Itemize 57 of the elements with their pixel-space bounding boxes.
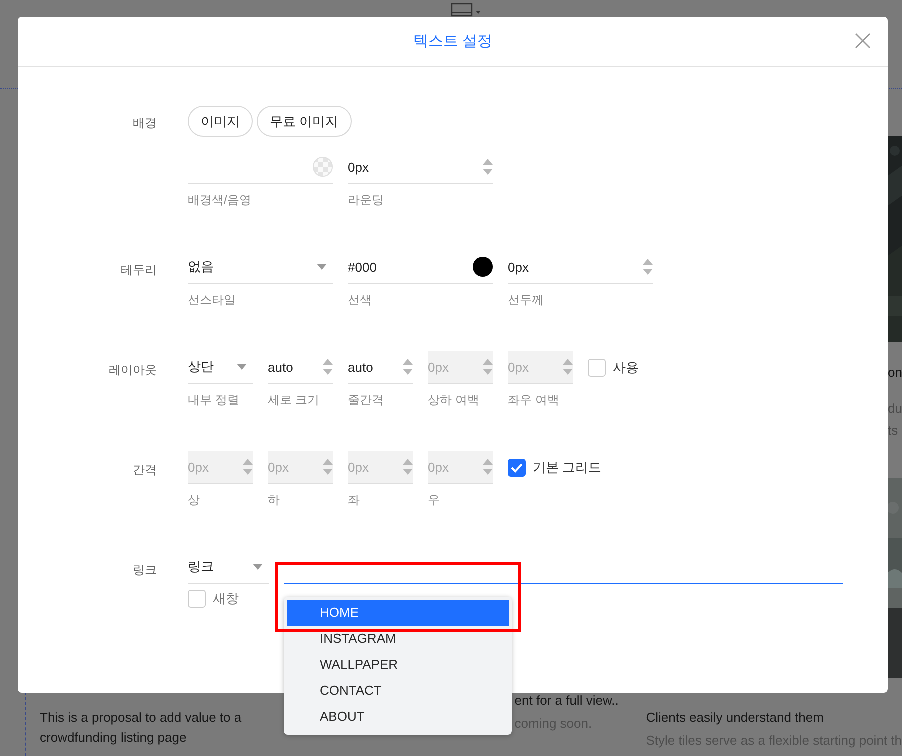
- field-caption: 라운딩: [348, 192, 385, 208]
- section-label: 간격: [132, 462, 157, 479]
- dialog-title: 텍스트 설정: [413, 32, 493, 51]
- section-label: 레이아웃: [108, 362, 157, 379]
- number-field[interactable]: auto: [268, 351, 333, 384]
- image-button[interactable]: 무료 이미지: [257, 106, 352, 137]
- layout-icon[interactable]: [451, 3, 481, 17]
- number-field[interactable]: auto: [348, 351, 413, 384]
- menu-item[interactable]: HOME: [287, 600, 509, 626]
- section-label: 테두리: [120, 262, 157, 279]
- card-title: Clients easily understand them: [646, 709, 825, 727]
- card-title: This is a proposal to add value to a crowdfunding listing page: [40, 709, 243, 747]
- field-caption: 내부 정렬: [188, 392, 240, 408]
- section-label: 링크: [132, 562, 157, 579]
- menu-item[interactable]: ABOUT: [284, 704, 512, 730]
- checkbox[interactable]: [508, 458, 526, 476]
- select-field[interactable]: 상단: [188, 351, 253, 384]
- field-caption: 상: [188, 492, 201, 508]
- color-field[interactable]: #000: [348, 251, 493, 284]
- menu-item[interactable]: WALLPAPER: [284, 652, 512, 678]
- checkbox-label: 사용: [613, 358, 639, 376]
- select-field[interactable]: 없음: [188, 251, 333, 284]
- field-caption: 선스타일: [188, 292, 237, 308]
- menu-item[interactable]: INSTAGRAM: [284, 626, 512, 652]
- checkbox[interactable]: [588, 358, 606, 376]
- checkbox[interactable]: [188, 590, 206, 608]
- checkmark-icon: [511, 462, 523, 472]
- select-field[interactable]: 링크: [188, 551, 269, 584]
- spinner-icon[interactable]: [483, 159, 493, 175]
- menu-item[interactable]: CONTACT: [284, 678, 512, 704]
- spinner-icon[interactable]: [323, 359, 333, 375]
- close-icon[interactable]: [855, 33, 871, 49]
- field-caption: 선두께: [508, 292, 545, 308]
- card-title: ent for a full view..: [514, 692, 620, 709]
- number-field[interactable]: 0px: [508, 251, 653, 284]
- transparent-swatch-icon[interactable]: [313, 157, 333, 177]
- image-button[interactable]: 이미지: [188, 106, 253, 137]
- field-caption: 좌우 여백: [508, 392, 560, 408]
- card-title: on: [888, 364, 902, 382]
- caret-icon[interactable]: [317, 264, 327, 270]
- checkbox-label: 기본 그리드: [533, 458, 602, 476]
- field-caption: 줄간격: [348, 392, 385, 408]
- checkbox-label: 새창: [213, 590, 239, 608]
- field-caption: 좌: [348, 492, 361, 508]
- number-field[interactable]: 0px: [348, 151, 493, 184]
- field-caption: 우: [428, 492, 441, 508]
- spinner-icon[interactable]: [403, 359, 413, 375]
- color-swatch[interactable]: [473, 257, 493, 277]
- caret-icon[interactable]: [253, 564, 263, 570]
- caret-icon[interactable]: [237, 364, 247, 370]
- section-label: 배경: [132, 115, 157, 132]
- field-caption: 하: [268, 492, 281, 508]
- field-caption: 상하 여백: [428, 392, 480, 408]
- field-caption: 선색: [348, 292, 373, 308]
- field-caption: 배경색/음영: [188, 192, 252, 208]
- spinner-icon[interactable]: [643, 259, 653, 275]
- field-caption: 세로 크기: [268, 392, 320, 408]
